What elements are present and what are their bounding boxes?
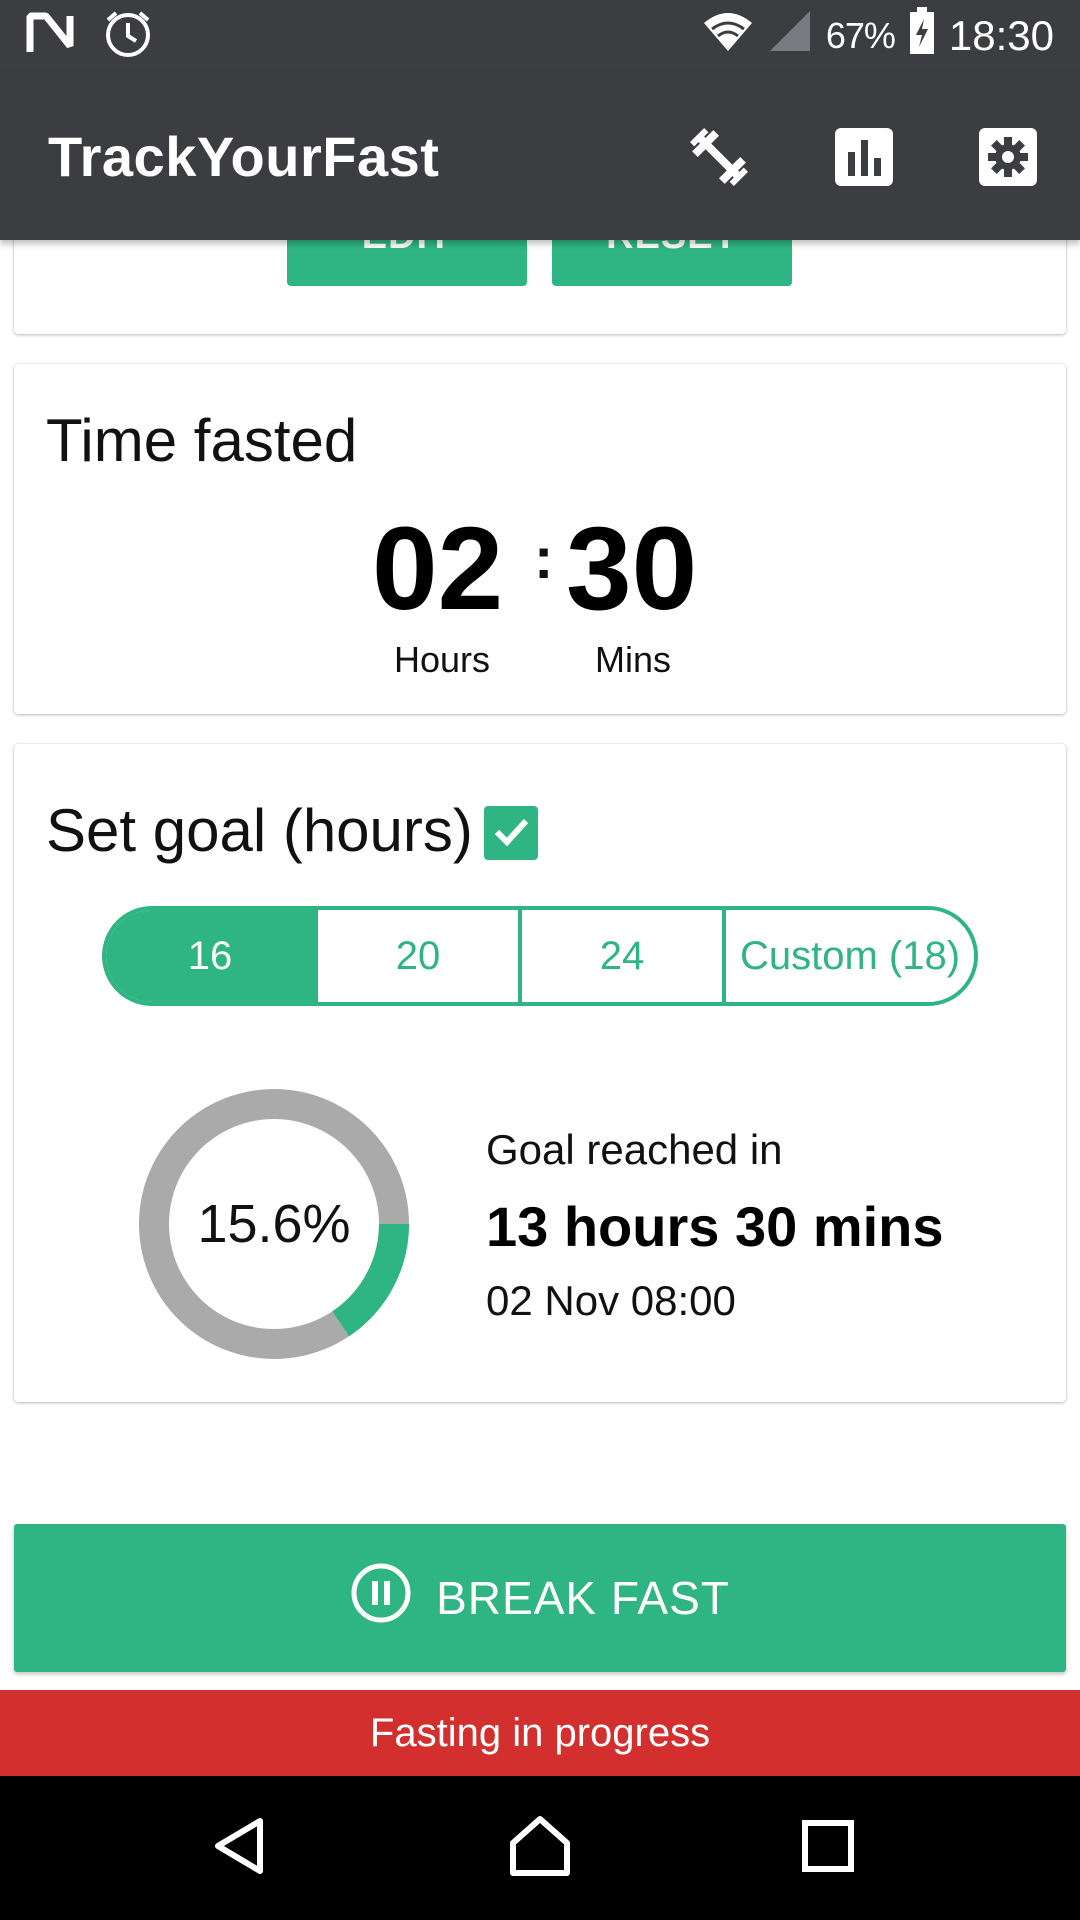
break-fast-label: BREAK FAST <box>436 1572 730 1624</box>
goal-option-16[interactable]: 16 <box>106 910 314 1002</box>
signal-icon <box>768 9 812 63</box>
back-icon <box>210 1816 270 1881</box>
fasting-status-banner: Fasting in progress <box>0 1690 1080 1776</box>
check-icon <box>491 811 531 856</box>
hours-value: 02 <box>372 503 504 635</box>
alarm-icon <box>102 8 154 65</box>
goal-card: Set goal (hours) 16 20 24 Custom (18) 15… <box>14 744 1066 1402</box>
pause-circle-icon <box>350 1562 412 1635</box>
goal-title: Set goal (hours) <box>46 797 473 864</box>
goal-option-20[interactable]: 20 <box>314 910 518 1002</box>
statistics-button[interactable] <box>829 124 899 194</box>
time-fasted-card: Time fasted 02 : 30 Hours Mins <box>14 364 1066 714</box>
exercise-button[interactable] <box>684 124 754 194</box>
goal-datetime: 02 Nov 08:00 <box>486 1277 736 1324</box>
home-icon <box>507 1813 573 1884</box>
exercise-icon <box>684 122 754 197</box>
recents-button[interactable] <box>778 1798 878 1898</box>
settings-icon <box>979 127 1037 191</box>
app-title: TrackYourFast <box>48 125 440 188</box>
battery-charging-icon <box>909 7 935 65</box>
break-fast-button[interactable]: BREAK FAST <box>14 1524 1066 1672</box>
minutes-value: 30 <box>566 503 698 635</box>
app-bar: TrackYourFast <box>0 72 1080 240</box>
goal-option-24[interactable]: 24 <box>518 910 722 1002</box>
status-bar: 67% 18:30 <box>0 0 1080 72</box>
settings-button[interactable] <box>973 124 1043 194</box>
hours-label: Hours <box>394 639 491 680</box>
goal-info: Goal reached in 13 hours 30 mins 02 Nov … <box>486 1126 944 1325</box>
back-button[interactable] <box>190 1798 290 1898</box>
status-time: 18:30 <box>948 12 1054 59</box>
recents-icon <box>800 1818 856 1879</box>
app-screen: 67% 18:30 TrackYourFast Time fasted 02:… <box>0 0 1080 1920</box>
wifi-icon <box>702 9 754 63</box>
minutes-label: Mins <box>595 639 672 680</box>
navigation-bar <box>0 1776 1080 1920</box>
bar-chart-icon <box>835 127 893 191</box>
goal-remaining: 13 hours 30 mins <box>486 1195 944 1258</box>
progress-percent: 15.6% <box>197 1194 351 1254</box>
goal-option-custom[interactable]: Custom (18) <box>722 910 974 1002</box>
battery-percent: 67% <box>825 15 896 56</box>
n-logo-icon <box>26 12 74 61</box>
goal-reached-label: Goal reached in <box>486 1126 783 1173</box>
goal-selector: 16 20 24 Custom (18) <box>102 906 978 1006</box>
fast-timer: 02 : 30 <box>14 504 1066 634</box>
time-fasted-title: Time fasted <box>46 407 358 474</box>
timer-separator: : <box>534 526 554 591</box>
home-button[interactable] <box>490 1798 590 1898</box>
goal-checkbox[interactable] <box>484 806 538 860</box>
goal-progress-ring: 15.6% <box>138 1088 410 1360</box>
